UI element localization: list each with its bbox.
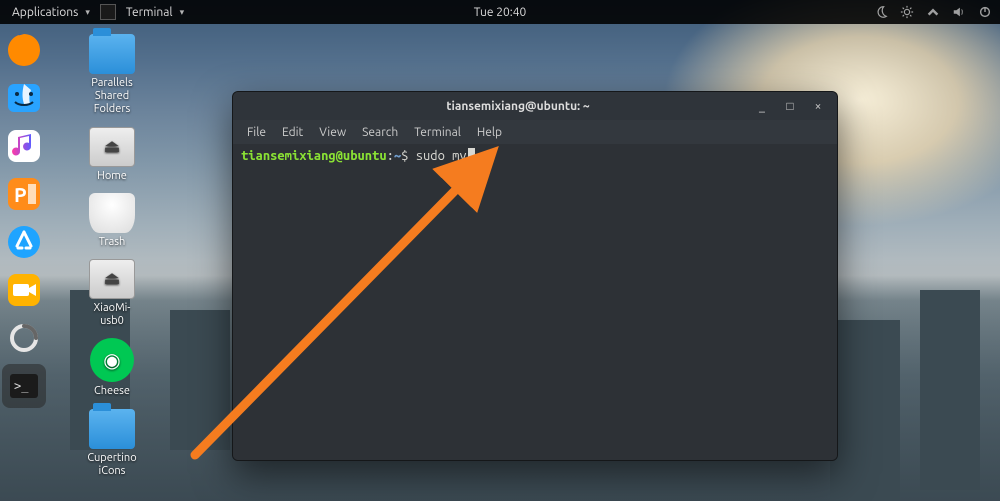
folder-icon [89, 409, 135, 449]
power-icon[interactable] [978, 5, 992, 19]
terminal-titlebar[interactable]: tiansemixiang@ubuntu: ~ _ □ × [233, 92, 837, 120]
finder-icon[interactable] [2, 76, 46, 120]
prompt-user-host: tiansemixiang@ubuntu [241, 149, 387, 163]
folder-icon [89, 34, 135, 74]
applications-label: Applications [12, 6, 78, 19]
terminal-cursor [468, 148, 475, 162]
window-close-button[interactable]: × [807, 97, 829, 115]
drive-icon [89, 127, 135, 167]
desktop-icon-trash[interactable]: Trash [72, 193, 152, 249]
desktop-icon-home[interactable]: Home [72, 127, 152, 183]
prompt-sep: : [387, 149, 394, 163]
network-icon[interactable] [926, 5, 940, 19]
desktop-icon-parallels-shared[interactable]: ParallelsSharedFolders [72, 34, 152, 117]
desktop-icon-label: Trash [72, 236, 152, 249]
desktop-icon-label: XiaoMi-usb0 [72, 302, 152, 328]
firefox-icon[interactable] [2, 28, 46, 72]
terminal-body[interactable]: tiansemixiang@ubuntu:~$ sudo mv [233, 144, 837, 460]
spinner-icon[interactable] [2, 316, 46, 360]
trash-icon [89, 193, 135, 233]
terminal-menubar: File Edit View Search Terminal Help [233, 120, 837, 144]
terminal-title: tiansemixiang@ubuntu: ~ [293, 100, 743, 113]
menu-file[interactable]: File [241, 124, 272, 141]
menu-edit[interactable]: Edit [276, 124, 309, 141]
menu-search[interactable]: Search [356, 124, 404, 141]
menu-view[interactable]: View [313, 124, 352, 141]
desktop-icon-label: Home [72, 170, 152, 183]
brightness-icon[interactable] [900, 5, 914, 19]
launcher-dock: P >_ [2, 28, 48, 408]
desktop-icon-label: Cheese [72, 385, 152, 398]
window-minimize-button[interactable]: _ [751, 97, 773, 115]
panel-clock[interactable]: Tue 20:40 [474, 6, 527, 19]
terminal-panel-icon [100, 4, 116, 20]
menu-help[interactable]: Help [471, 124, 508, 141]
pages-icon[interactable]: P [2, 172, 46, 216]
terminal-command: sudo mv [416, 149, 467, 163]
applications-menu[interactable]: Applications [8, 6, 94, 19]
terminal-window: tiansemixiang@ubuntu: ~ _ □ × File Edit … [232, 91, 838, 461]
desktop-icon-label: CupertinoiCons [72, 452, 152, 478]
active-app-label: Terminal [126, 6, 173, 19]
volume-icon[interactable] [952, 5, 966, 19]
active-app-menu[interactable]: Terminal [122, 6, 188, 19]
desktop-icons: ParallelsSharedFolders Home Trash XiaoMi… [72, 34, 162, 478]
cheese-app-icon: ◉ [90, 338, 134, 382]
music-icon[interactable] [2, 124, 46, 168]
desktop-icon-label: ParallelsSharedFolders [72, 77, 152, 117]
svg-text:>_: >_ [14, 379, 29, 393]
svg-text:P: P [14, 183, 27, 206]
prompt-symbol: $ [401, 149, 408, 163]
desktop-icon-cupertino-icons[interactable]: CupertinoiCons [72, 409, 152, 478]
night-light-icon[interactable] [874, 5, 888, 19]
window-maximize-button[interactable]: □ [779, 97, 801, 115]
menu-terminal[interactable]: Terminal [408, 124, 467, 141]
desktop-icon-xiaomi-usb[interactable]: XiaoMi-usb0 [72, 259, 152, 328]
usb-drive-icon [89, 259, 135, 299]
desktop-icon-cheese[interactable]: ◉ Cheese [72, 338, 152, 398]
terminal-launcher-icon[interactable]: >_ [2, 364, 46, 408]
appstore-icon[interactable] [2, 220, 46, 264]
camera-icon[interactable] [2, 268, 46, 312]
top-panel: Applications Terminal Tue 20:40 [0, 0, 1000, 24]
